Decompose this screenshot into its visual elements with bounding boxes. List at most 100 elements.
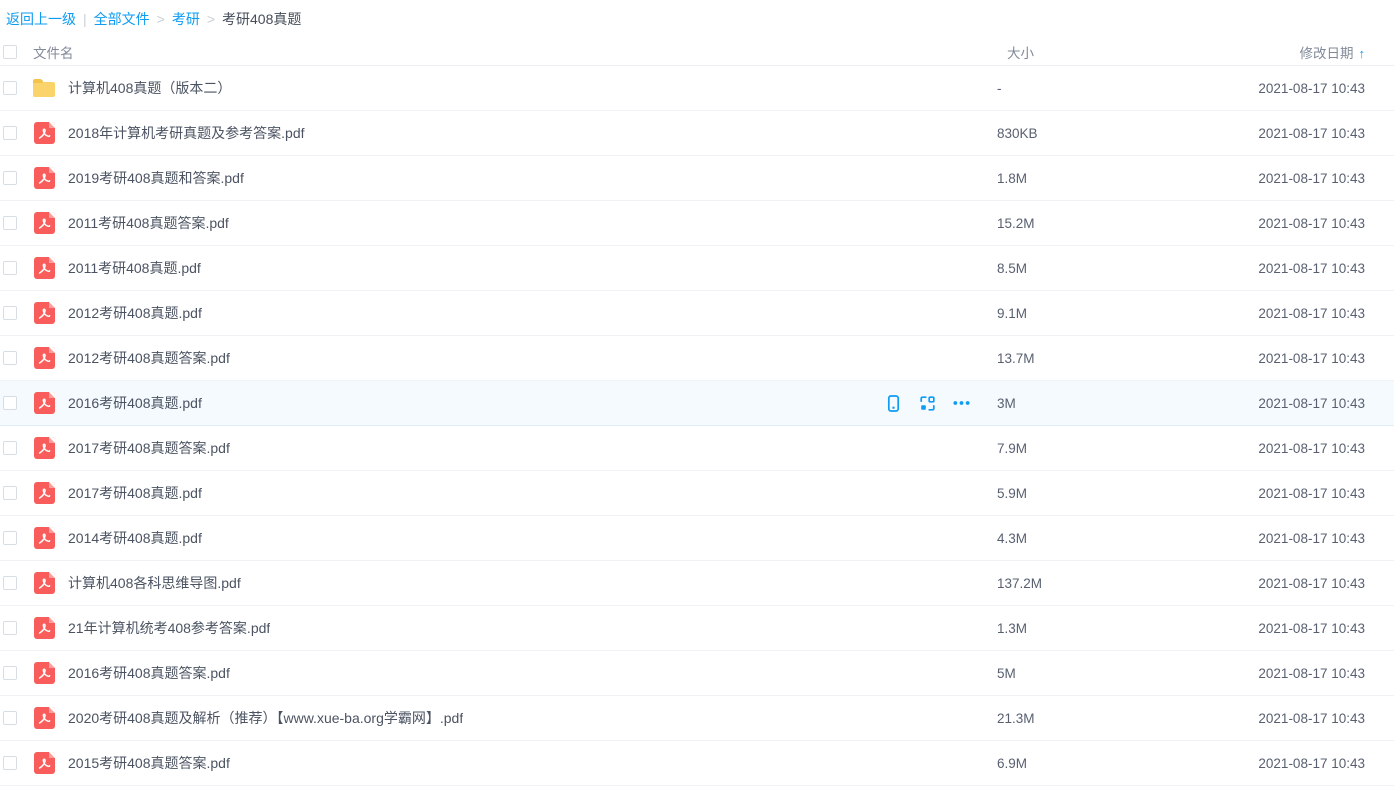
select-all-checkbox[interactable] bbox=[3, 45, 17, 59]
row-checkbox[interactable] bbox=[3, 621, 17, 635]
row-checkbox[interactable] bbox=[3, 576, 17, 590]
file-name[interactable]: 计算机408真题（版本二） bbox=[68, 78, 231, 98]
file-name[interactable]: 2017考研408真题答案.pdf bbox=[68, 438, 230, 458]
file-modified-date: 2021-08-17 10:43 bbox=[1235, 441, 1365, 456]
row-checkbox[interactable] bbox=[3, 441, 17, 455]
table-row[interactable]: 计算机408真题（版本二） - 2021-08-17 10:43 bbox=[0, 66, 1394, 111]
file-size: 4.3M bbox=[997, 531, 1235, 546]
table-row[interactable]: 2011考研408真题.pdf 8.5M 2021-08-17 10:43 bbox=[0, 246, 1394, 291]
pdf-icon bbox=[34, 167, 55, 189]
column-header-filename: 文件名 bbox=[33, 42, 997, 62]
pdf-icon bbox=[34, 347, 55, 369]
file-type-icon-box bbox=[33, 527, 55, 549]
file-modified-date: 2021-08-17 10:43 bbox=[1235, 666, 1365, 681]
table-row[interactable]: 2015考研408真题答案.pdf 6.9M 2021-08-17 10:43 bbox=[0, 741, 1394, 786]
file-table: 文件名 大小 修改日期↑ 计算机408真题（版本二） - 2021-08-17 … bbox=[0, 38, 1394, 786]
table-row[interactable]: 2012考研408真题答案.pdf 13.7M 2021-08-17 10:43 bbox=[0, 336, 1394, 381]
table-row[interactable]: 2017考研408真题.pdf 5.9M 2021-08-17 10:43 bbox=[0, 471, 1394, 516]
row-checkbox[interactable] bbox=[3, 486, 17, 500]
row-checkbox[interactable] bbox=[3, 711, 17, 725]
pdf-icon bbox=[34, 482, 55, 504]
file-type-icon-box bbox=[33, 617, 55, 639]
file-type-icon-box bbox=[33, 347, 55, 369]
pdf-icon bbox=[34, 257, 55, 279]
row-checkbox[interactable] bbox=[3, 81, 17, 95]
table-row[interactable]: 2018年计算机考研真题及参考答案.pdf 830KB 2021-08-17 1… bbox=[0, 111, 1394, 156]
file-modified-date: 2021-08-17 10:43 bbox=[1235, 351, 1365, 366]
file-name[interactable]: 2016考研408真题答案.pdf bbox=[68, 663, 230, 683]
table-row[interactable]: 21年计算机统考408参考答案.pdf 1.3M 2021-08-17 10:4… bbox=[0, 606, 1394, 651]
row-checkbox[interactable] bbox=[3, 396, 17, 410]
pdf-icon bbox=[34, 617, 55, 639]
file-size: 5M bbox=[997, 666, 1235, 681]
file-size: 1.3M bbox=[997, 621, 1235, 636]
breadcrumb-item-kaoyan[interactable]: 考研 bbox=[172, 9, 200, 29]
file-modified-date: 2021-08-17 10:43 bbox=[1235, 81, 1365, 96]
file-name[interactable]: 2020考研408真题及解析（推荐）【www.xue-ba.org学霸网】.pd… bbox=[68, 708, 463, 728]
file-modified-date: 2021-08-17 10:43 bbox=[1235, 126, 1365, 141]
row-checkbox[interactable] bbox=[3, 351, 17, 365]
file-type-icon-box bbox=[33, 302, 55, 324]
row-checkbox[interactable] bbox=[3, 306, 17, 320]
file-type-icon-box bbox=[33, 707, 55, 729]
file-type-icon-box bbox=[33, 662, 55, 684]
table-row[interactable]: 2016考研408真题.pdf 3M 2021-08-17 10:43 bbox=[0, 381, 1394, 426]
file-name[interactable]: 2014考研408真题.pdf bbox=[68, 528, 202, 548]
table-row[interactable]: 计算机408各科思维导图.pdf 137.2M 2021-08-17 10:43 bbox=[0, 561, 1394, 606]
breadcrumb-item-all-files[interactable]: 全部文件 bbox=[94, 9, 150, 29]
row-checkbox[interactable] bbox=[3, 171, 17, 185]
file-modified-date: 2021-08-17 10:43 bbox=[1235, 486, 1365, 501]
table-row[interactable]: 2014考研408真题.pdf 4.3M 2021-08-17 10:43 bbox=[0, 516, 1394, 561]
file-size: 1.8M bbox=[997, 171, 1235, 186]
table-row[interactable]: 2016考研408真题答案.pdf 5M 2021-08-17 10:43 bbox=[0, 651, 1394, 696]
pdf-icon bbox=[34, 572, 55, 594]
file-size: - bbox=[997, 81, 1235, 96]
qr-code-icon[interactable] bbox=[919, 395, 936, 412]
file-name[interactable]: 2011考研408真题.pdf bbox=[68, 258, 201, 278]
file-modified-date: 2021-08-17 10:43 bbox=[1235, 576, 1365, 591]
row-checkbox[interactable] bbox=[3, 756, 17, 770]
file-name[interactable]: 2012考研408真题.pdf bbox=[68, 303, 202, 323]
breadcrumb-chevron: > bbox=[157, 11, 165, 27]
row-checkbox[interactable] bbox=[3, 216, 17, 230]
phone-icon[interactable] bbox=[885, 395, 902, 412]
file-size: 5.9M bbox=[997, 486, 1235, 501]
table-row[interactable]: 2019考研408真题和答案.pdf 1.8M 2021-08-17 10:43 bbox=[0, 156, 1394, 201]
table-row[interactable]: 2020考研408真题及解析（推荐）【www.xue-ba.org学霸网】.pd… bbox=[0, 696, 1394, 741]
row-checkbox[interactable] bbox=[3, 666, 17, 680]
pdf-icon bbox=[34, 122, 55, 144]
file-name[interactable]: 2017考研408真题.pdf bbox=[68, 483, 202, 503]
file-size: 7.9M bbox=[997, 441, 1235, 456]
file-type-icon-box bbox=[33, 572, 55, 594]
folder-icon bbox=[33, 82, 55, 97]
file-name[interactable]: 2016考研408真题.pdf bbox=[68, 393, 202, 413]
pdf-icon bbox=[34, 212, 55, 234]
pdf-icon bbox=[34, 302, 55, 324]
table-row[interactable]: 2012考研408真题.pdf 9.1M 2021-08-17 10:43 bbox=[0, 291, 1394, 336]
breadcrumb-current-folder: 考研408真题 bbox=[222, 9, 301, 29]
file-name[interactable]: 2012考研408真题答案.pdf bbox=[68, 348, 230, 368]
table-row[interactable]: 2017考研408真题答案.pdf 7.9M 2021-08-17 10:43 bbox=[0, 426, 1394, 471]
row-checkbox[interactable] bbox=[3, 261, 17, 275]
file-name[interactable]: 21年计算机统考408参考答案.pdf bbox=[68, 618, 270, 638]
pdf-icon bbox=[34, 662, 55, 684]
file-name[interactable]: 2015考研408真题答案.pdf bbox=[68, 753, 230, 773]
column-header-modified-date[interactable]: 修改日期↑ bbox=[1235, 42, 1365, 62]
file-modified-date: 2021-08-17 10:43 bbox=[1235, 216, 1365, 231]
sort-ascending-arrow-icon: ↑ bbox=[1359, 46, 1366, 61]
file-name[interactable]: 2018年计算机考研真题及参考答案.pdf bbox=[68, 123, 305, 143]
file-type-icon-box bbox=[33, 212, 55, 234]
file-name[interactable]: 计算机408各科思维导图.pdf bbox=[68, 573, 241, 593]
file-rows-container: 计算机408真题（版本二） - 2021-08-17 10:43 2018年计算… bbox=[0, 66, 1394, 786]
row-checkbox[interactable] bbox=[3, 531, 17, 545]
file-type-icon-box bbox=[33, 167, 55, 189]
table-row[interactable]: 2011考研408真题答案.pdf 15.2M 2021-08-17 10:43 bbox=[0, 201, 1394, 246]
row-checkbox[interactable] bbox=[3, 126, 17, 140]
file-size: 8.5M bbox=[997, 261, 1235, 276]
file-name[interactable]: 2019考研408真题和答案.pdf bbox=[68, 168, 244, 188]
more-dots-icon[interactable] bbox=[953, 395, 970, 412]
breadcrumb: 返回上一级 | 全部文件 > 考研 > 考研408真题 bbox=[0, 0, 1394, 38]
file-size: 6.9M bbox=[997, 756, 1235, 771]
file-name[interactable]: 2011考研408真题答案.pdf bbox=[68, 213, 229, 233]
breadcrumb-back-link[interactable]: 返回上一级 bbox=[6, 9, 76, 29]
